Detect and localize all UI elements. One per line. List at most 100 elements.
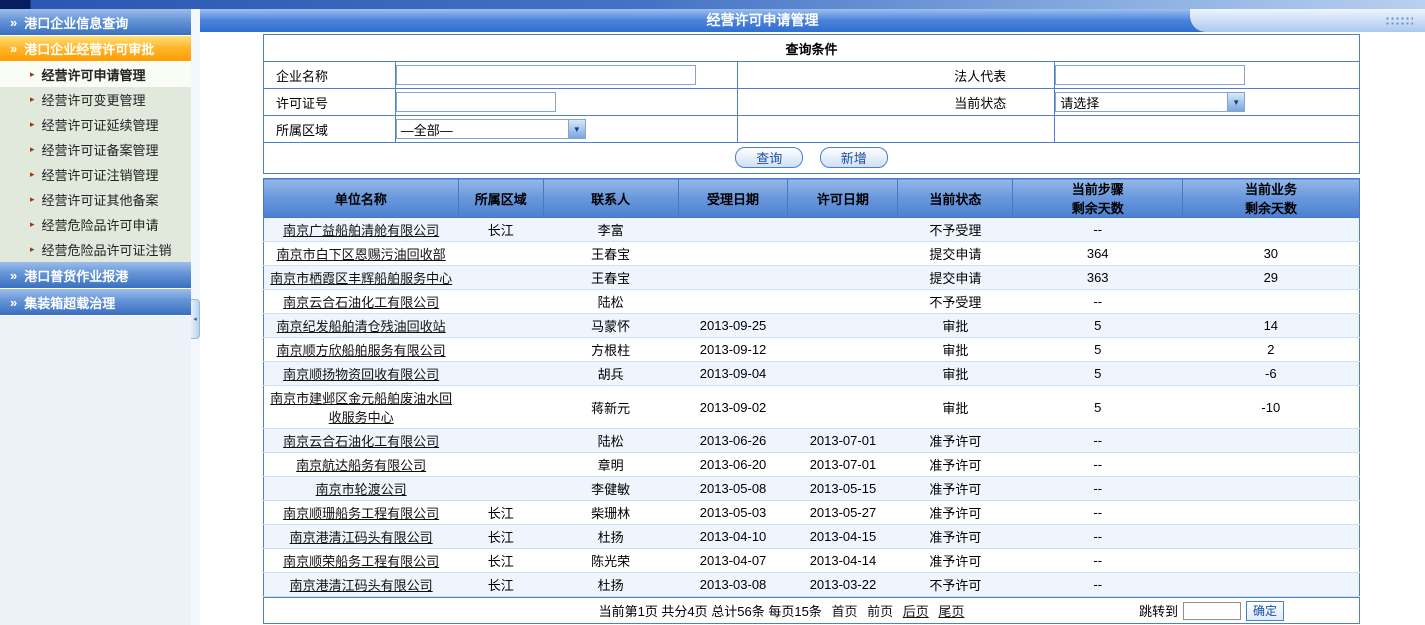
company-name-cell: 南京市白下区恩赐污油回收部 xyxy=(264,242,459,266)
sidebar-item-label: 经营危险品许可申请 xyxy=(42,215,159,234)
step-days-cell: -- xyxy=(1013,429,1183,453)
next-page-link[interactable]: 后页 xyxy=(903,604,929,619)
search-button[interactable]: 查询 xyxy=(735,147,803,168)
sidebar-item-license-cancel-mgmt[interactable]: ▸经营许可证注销管理 xyxy=(0,162,191,187)
sidebar-collapse-handle[interactable]: ◂ xyxy=(191,299,200,339)
region-cell xyxy=(458,362,543,386)
sidebar-item-port-cargo-report[interactable]: »港口普货作业报港 xyxy=(0,262,191,289)
sidebar-item-license-change-mgmt[interactable]: ▸经营许可变更管理 xyxy=(0,87,191,112)
company-name-link[interactable]: 南京纪发船舶清仓残油回收站 xyxy=(277,319,446,334)
biz-days-cell xyxy=(1183,573,1360,597)
sidebar-item-dangerous-goods-license-apply[interactable]: ▸ 经营危险品许可申请 xyxy=(0,212,191,237)
step-days-cell: 5 xyxy=(1013,386,1183,429)
legal-rep-input[interactable] xyxy=(1055,65,1245,85)
license-date-cell: 2013-04-14 xyxy=(788,549,898,573)
last-page-link[interactable]: 尾页 xyxy=(938,604,964,619)
region-select[interactable]: —全部— ▼ xyxy=(396,119,586,139)
license-date-cell xyxy=(788,338,898,362)
legal-rep-label: 法人代表 xyxy=(737,62,1055,89)
region-cell xyxy=(458,242,543,266)
company-name-link[interactable]: 南京市轮渡公司 xyxy=(316,482,407,497)
column-header: 受理日期 xyxy=(678,179,788,218)
arrow-bullet-icon: ▸ xyxy=(30,195,35,204)
empty-cell xyxy=(1055,116,1360,143)
sidebar-item-port-enterprise-license-approval[interactable]: »港口企业经营许可审批 xyxy=(0,36,191,62)
biz-days-cell xyxy=(1183,477,1360,501)
sidebar-item-license-renewal-mgmt[interactable]: ▸经营许可证延续管理 xyxy=(0,112,191,137)
double-arrow-icon: » xyxy=(10,269,17,282)
arrow-bullet-icon: ▸ xyxy=(30,220,35,229)
status-cell: 准予许可 xyxy=(898,477,1013,501)
company-name-link[interactable]: 南京顺荣船务工程有限公司 xyxy=(283,554,439,569)
pagination-summary: 当前第1页 共分4页 总计56条 每页15条 xyxy=(599,604,822,619)
license-date-cell xyxy=(788,314,898,338)
company-name-link[interactable]: 南京港清江码头有限公司 xyxy=(290,530,433,545)
step-days-cell: -- xyxy=(1013,218,1183,242)
status-cell: 准予许可 xyxy=(898,429,1013,453)
step-days-cell: 363 xyxy=(1013,266,1183,290)
arrow-bullet-icon: ▸ xyxy=(30,170,35,179)
contact-cell: 杜扬 xyxy=(543,525,678,549)
table-row: 南京纪发船舶清仓残油回收站马蒙怀2013-09-25审批514 xyxy=(264,314,1360,338)
company-name-link[interactable]: 南京港清江码头有限公司 xyxy=(290,578,433,593)
company-name-cell: 南京顺荣船务工程有限公司 xyxy=(264,549,459,573)
biz-days-cell xyxy=(1183,525,1360,549)
query-form: 查询条件 企业名称 法人代表 许可证号 当前状态 xyxy=(263,34,1360,143)
main-area: 经营许可申请管理 查询条件 企业名称 法人代表 许可证号 xyxy=(200,9,1425,625)
company-name-link[interactable]: 南京顺珊船务工程有限公司 xyxy=(283,506,439,521)
license-date-cell xyxy=(788,218,898,242)
sidebar-item-container-overload-control[interactable]: »集装箱超载治理 xyxy=(0,289,191,316)
status-select[interactable]: 请选择 ▼ xyxy=(1055,92,1245,112)
accept-date-cell xyxy=(678,242,788,266)
table-row: 南京港清江码头有限公司长江杜扬2013-04-102013-04-15准予许可-… xyxy=(264,525,1360,549)
prev-page-link[interactable]: 前页 xyxy=(867,604,893,619)
company-name-link[interactable]: 南京市栖霞区丰辉船舶服务中心 xyxy=(270,271,452,286)
enterprise-name-label: 企业名称 xyxy=(264,62,396,89)
company-name-link[interactable]: 南京市建邺区金元船舶废油水回收服务中心 xyxy=(270,391,452,425)
first-page-link[interactable]: 首页 xyxy=(831,604,857,619)
add-button[interactable]: 新增 xyxy=(820,147,888,168)
sidebar-item-license-application-mgmt[interactable]: ▸经营许可申请管理 xyxy=(0,62,191,87)
query-section-title: 查询条件 xyxy=(264,35,1360,62)
company-name-link[interactable]: 南京航达船务有限公司 xyxy=(296,458,426,473)
status-cell: 准予许可 xyxy=(898,453,1013,477)
license-date-cell xyxy=(788,266,898,290)
company-name-link[interactable]: 南京云合石油化工有限公司 xyxy=(283,295,439,310)
status-label: 当前状态 xyxy=(737,89,1055,116)
column-header: 许可日期 xyxy=(788,179,898,218)
company-name-link[interactable]: 南京市白下区恩赐污油回收部 xyxy=(277,247,446,262)
status-cell: 准予许可 xyxy=(898,549,1013,573)
status-cell: 不予许可 xyxy=(898,573,1013,597)
sidebar-item-license-record-mgmt[interactable]: ▸经营许可证备案管理 xyxy=(0,137,191,162)
column-header: 当前业务 剩余天数 xyxy=(1183,179,1360,218)
license-date-cell: 2013-05-27 xyxy=(788,501,898,525)
sidebar-item-label: 经营许可变更管理 xyxy=(42,90,146,109)
region-cell xyxy=(458,453,543,477)
biz-days-cell xyxy=(1183,218,1360,242)
company-name-cell: 南京市建邺区金元船舶废油水回收服务中心 xyxy=(264,386,459,429)
status-cell: 准予许可 xyxy=(898,525,1013,549)
pagination-bar: 当前第1页 共分4页 总计56条 每页15条 首页 前页 后页 尾页 跳转到 确… xyxy=(263,597,1360,624)
contact-cell: 王春宝 xyxy=(543,266,678,290)
biz-days-cell xyxy=(1183,549,1360,573)
company-name-link[interactable]: 南京云合石油化工有限公司 xyxy=(283,434,439,449)
jump-page-input[interactable] xyxy=(1183,602,1241,620)
biz-days-cell: 14 xyxy=(1183,314,1360,338)
region-cell xyxy=(458,477,543,501)
company-name-link[interactable]: 南京广益船舶清舱有限公司 xyxy=(283,223,439,238)
collapse-arrow-icon: ◂ xyxy=(193,315,197,323)
region-cell: 长江 xyxy=(458,218,543,242)
license-no-input[interactable] xyxy=(396,92,556,112)
confirm-button[interactable]: 确定 xyxy=(1246,601,1284,621)
company-name-link[interactable]: 南京顺扬物资回收有限公司 xyxy=(283,367,439,382)
sidebar-item-dangerous-goods-license-cancel[interactable]: ▸经营危险品许可证注销 xyxy=(0,237,191,262)
company-name-link[interactable]: 南京顺方欣船舶服务有限公司 xyxy=(277,343,446,358)
sidebar-item-port-enterprise-info-query[interactable]: »港口企业信息查询 xyxy=(0,9,191,36)
enterprise-name-input[interactable] xyxy=(396,65,696,85)
company-name-cell: 南京顺珊船务工程有限公司 xyxy=(264,501,459,525)
sidebar-item-license-other-record[interactable]: ▸经营许可证其他备案 xyxy=(0,187,191,212)
company-name-cell: 南京云合石油化工有限公司 xyxy=(264,290,459,314)
biz-days-cell: 30 xyxy=(1183,242,1360,266)
double-arrow-icon: » xyxy=(10,42,17,55)
table-row: 南京市栖霞区丰辉船舶服务中心王春宝提交申请36329 xyxy=(264,266,1360,290)
